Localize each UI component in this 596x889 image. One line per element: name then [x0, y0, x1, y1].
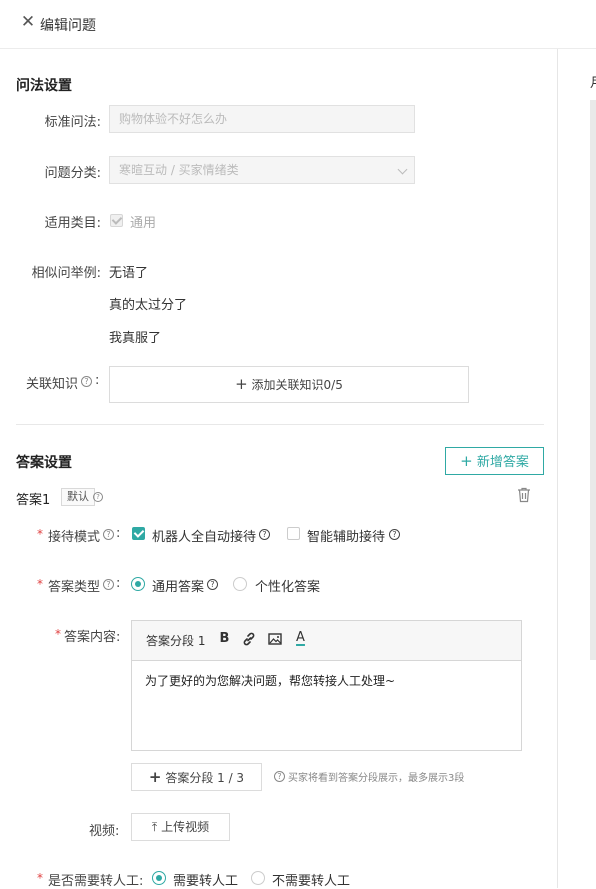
plus-icon: + [148, 768, 162, 786]
required-mark: * [37, 527, 43, 541]
font-color-icon[interactable]: A [294, 630, 307, 645]
trash-icon[interactable] [517, 487, 531, 503]
reception-mode-label: 接待模式 [48, 530, 101, 545]
help-icon[interactable]: ? [103, 579, 114, 590]
link-icon[interactable] [242, 632, 256, 646]
similar-question-item: 我真服了 [109, 331, 162, 346]
image-icon[interactable] [268, 632, 282, 646]
close-icon[interactable]: ✕ [20, 14, 36, 31]
general-answer-radio[interactable] [131, 577, 145, 591]
required-mark: * [37, 871, 43, 885]
transfer-label: 是否需要转人工: [48, 874, 144, 889]
help-icon[interactable]: ? [93, 492, 103, 502]
smart-assist-label: 智能辅助接待 [307, 530, 386, 545]
similar-question-item: 真的太过分了 [109, 298, 188, 313]
video-label: 视频: [89, 824, 120, 839]
no-transfer-radio[interactable] [251, 871, 265, 885]
plus-icon: + [460, 452, 473, 470]
no-transfer-label: 不需要转人工 [272, 874, 351, 889]
add-answer-segment-label: 答案分段 1 / 3 [165, 771, 245, 785]
plus-icon: + [235, 375, 248, 393]
related-knowledge-label: 关联知识 [26, 377, 79, 392]
upload-icon: ⤒ [151, 820, 158, 834]
category-value: 寒暄互动 / 买家情绪类 [119, 163, 239, 177]
required-mark: * [37, 577, 43, 591]
dialog-title: 编辑问题 [40, 18, 96, 34]
category-label: 问题分类: [44, 166, 101, 181]
right-panel-partial-label: 月 [590, 72, 596, 91]
colon: : [116, 526, 121, 541]
personalized-answer-radio[interactable] [233, 577, 247, 591]
bold-icon[interactable]: B [218, 631, 231, 646]
category-select[interactable]: 寒暄互动 / 买家情绪类 [109, 156, 415, 184]
standard-question-input[interactable]: 购物体验不好怎么办 [109, 105, 415, 133]
applicable-checkbox-label: 通用 [130, 216, 157, 231]
need-transfer-label: 需要转人工 [173, 874, 239, 889]
tab-answer-segment[interactable]: 答案分段 1 [146, 632, 205, 649]
help-icon[interactable]: ? [259, 529, 270, 540]
robot-auto-label: 机器人全自动接待 [152, 530, 257, 545]
help-icon[interactable]: ? [103, 529, 114, 540]
applicable-checkbox[interactable] [110, 214, 123, 227]
default-tag-label: 默认 [67, 490, 89, 503]
similar-questions-label: 相似问举例: [31, 266, 101, 281]
colon: : [116, 576, 121, 591]
add-related-knowledge-button[interactable]: + 添加关联知识0/5 [109, 366, 469, 403]
answer-title: 答案1 [16, 493, 51, 508]
general-answer-label: 通用答案 [152, 580, 205, 595]
segment-hint: 买家将看到答案分段展示，最多展示3段 [288, 773, 465, 784]
section-divider [16, 424, 544, 425]
help-icon[interactable]: ? [81, 376, 92, 387]
robot-auto-checkbox[interactable] [132, 527, 145, 540]
help-icon: ? [274, 771, 285, 782]
need-transfer-radio[interactable] [152, 871, 166, 885]
answer-settings-title: 答案设置 [16, 455, 72, 471]
right-panel-scrollbar[interactable] [590, 100, 596, 660]
default-tag: 默认 [61, 488, 95, 506]
similar-question-item: 无语了 [109, 266, 149, 281]
answer-content-label: 答案内容: [64, 630, 121, 645]
standard-question-label: 标准问法: [44, 115, 101, 130]
question-settings-title: 问法设置 [16, 78, 72, 94]
answer-type-label: 答案类型 [48, 580, 101, 595]
chevron-down-icon [397, 164, 408, 175]
answer-text[interactable]: 为了更好的为您解决问题，帮您转接人工处理~ [145, 672, 395, 689]
smart-assist-checkbox[interactable] [287, 527, 300, 540]
required-mark: * [55, 627, 61, 641]
help-icon[interactable]: ? [389, 529, 400, 540]
add-answer-segment-button[interactable]: + 答案分段 1 / 3 [131, 763, 262, 791]
applicable-category-label: 适用类目: [44, 216, 101, 231]
personalized-answer-label: 个性化答案 [255, 580, 321, 595]
upload-video-label: 上传视频 [161, 820, 210, 834]
related-knowledge-colon: : [95, 373, 100, 388]
add-answer-label: 新增答案 [476, 455, 529, 470]
upload-video-button[interactable]: ⤒ 上传视频 [131, 813, 230, 841]
help-icon[interactable]: ? [207, 579, 218, 590]
add-answer-button[interactable]: + 新增答案 [445, 447, 544, 475]
add-related-knowledge-label: 添加关联知识0/5 [251, 378, 343, 392]
